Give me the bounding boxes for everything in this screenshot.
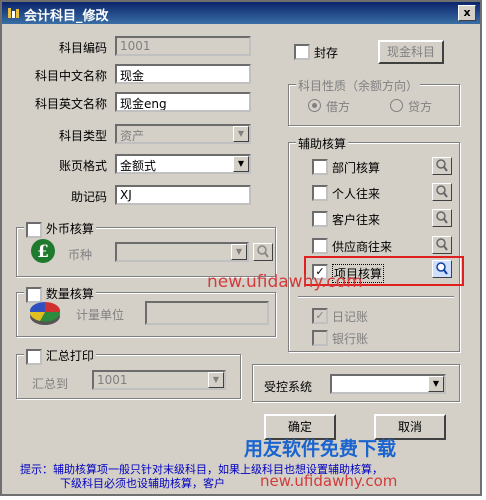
close-button[interactable]: x [458, 5, 476, 21]
aux-customer-label: 客户往来 [332, 213, 381, 227]
dept-search-icon[interactable] [432, 157, 452, 175]
summary-print-checkbox[interactable] [26, 348, 42, 365]
foreign-currency-title: 外币核算 [24, 220, 96, 238]
watermark-url: new.ufidawhy.com [207, 272, 363, 292]
aux-supplier-label: 供应商往来 [332, 240, 393, 254]
aux-supplier-checkbox[interactable] [312, 238, 328, 254]
cn-name-field[interactable]: 现金 [115, 64, 251, 84]
pie-chart-icon [29, 301, 61, 325]
type-select[interactable]: 资产 ▼ [115, 124, 251, 144]
code-label: 科目编码 [58, 41, 107, 55]
format-label: 账页格式 [58, 159, 107, 173]
format-select[interactable]: 金额式 ▼ [115, 154, 251, 174]
foreign-currency-checkbox[interactable] [26, 221, 42, 238]
aux-dept-label: 部门核算 [332, 161, 381, 175]
daily-journal-checkbox[interactable]: ✓ [312, 308, 328, 324]
debit-label: 借方 [326, 100, 351, 114]
debit-radio[interactable] [308, 99, 321, 112]
supplier-search-icon[interactable] [432, 236, 452, 254]
hint-line-2: 下级科目必须也设辅助核算，客户 [60, 477, 225, 490]
svg-text:£: £ [37, 242, 49, 262]
title-bar: 会计科目_修改 x [2, 2, 480, 24]
currency-label: 币种 [68, 248, 93, 262]
en-name-label: 科目英文名称 [34, 97, 107, 111]
code-field[interactable]: 1001 [115, 36, 251, 56]
aux-dept-checkbox[interactable] [312, 159, 328, 175]
unit-label: 计量单位 [76, 308, 125, 322]
bank-journal-checkbox[interactable] [312, 330, 328, 346]
aux-person-label: 个人往来 [332, 187, 381, 201]
foreign-currency-label: 外币核算 [45, 222, 94, 236]
chevron-down-icon[interactable]: ▼ [231, 244, 247, 260]
app-icon [8, 8, 19, 18]
type-label: 科目类型 [58, 129, 107, 143]
mnemonic-field[interactable]: XJ [115, 185, 251, 205]
project-search-icon[interactable] [432, 260, 452, 278]
watermark-url-2: new.ufidawhy.com [260, 472, 398, 490]
aux-person-checkbox[interactable] [312, 185, 328, 201]
watermark-brand: 用友软件免费下载 [244, 438, 397, 460]
cash-account-button[interactable]: 现金科目 [378, 40, 444, 64]
cn-name-label: 科目中文名称 [34, 69, 107, 83]
unit-field[interactable] [145, 301, 269, 325]
aux-customer-checkbox[interactable] [312, 211, 328, 227]
chevron-down-icon[interactable]: ▼ [233, 156, 249, 172]
summary-to-label: 汇总到 [32, 377, 69, 391]
daily-journal-label: 日记账 [332, 310, 369, 324]
control-label: 受控系统 [264, 380, 313, 394]
credit-label: 贷方 [408, 100, 433, 114]
seal-label: 封存 [314, 46, 339, 60]
en-name-field[interactable]: 现金eng [115, 92, 251, 112]
format-value: 金额式 [120, 159, 157, 173]
summary-print-label: 汇总打印 [45, 349, 94, 363]
credit-radio[interactable] [390, 99, 403, 112]
nature-title: 科目性质（余额方向） [296, 77, 421, 94]
chevron-down-icon[interactable]: ▼ [233, 126, 249, 142]
seal-checkbox[interactable] [294, 44, 310, 60]
bank-journal-label: 银行账 [332, 332, 369, 346]
type-value: 资产 [120, 129, 145, 143]
summary-to-select[interactable]: 1001 ▼ [92, 370, 226, 390]
person-search-icon[interactable] [432, 183, 452, 201]
mnemonic-label: 助记码 [70, 190, 107, 204]
aux-divider [298, 296, 454, 298]
account-edit-dialog: 会计科目_修改 x 科目编码 1001 科目中文名称 现金 科目英文名称 现金e… [0, 0, 482, 496]
control-select[interactable]: ▼ [330, 374, 446, 394]
chevron-down-icon[interactable]: ▼ [208, 372, 224, 388]
currency-search-icon[interactable] [253, 243, 273, 261]
currency-select[interactable]: ▼ [115, 242, 249, 262]
summary-print-title: 汇总打印 [24, 347, 96, 365]
window-title: 会计科目_修改 [24, 9, 109, 24]
customer-search-icon[interactable] [432, 209, 452, 227]
currency-icon: £ [31, 239, 55, 263]
chevron-down-icon[interactable]: ▼ [428, 376, 444, 392]
summary-to-value: 1001 [97, 373, 128, 387]
aux-title: 辅助核算 [296, 135, 349, 152]
